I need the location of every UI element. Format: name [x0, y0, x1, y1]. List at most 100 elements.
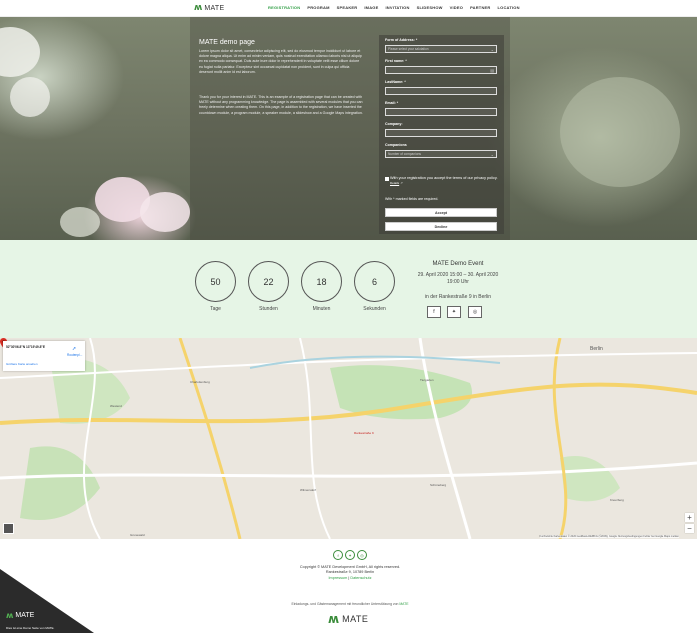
companions-select[interactable]: Number of companions ⌄: [385, 150, 497, 158]
badge-logo: ʍ MATE: [6, 611, 34, 620]
countdown-minutes: 18: [301, 261, 342, 302]
form-of-address-placeholder: Please select your salutation: [388, 47, 429, 51]
blossom-decoration: [140, 192, 190, 232]
accept-button[interactable]: Accept: [385, 208, 497, 217]
hero-section: MATE demo page Lorem ipsum dolor sit ame…: [0, 17, 697, 240]
privacy-details-link[interactable]: Details: [390, 181, 399, 185]
nav-link-speaker[interactable]: SPEAKER: [337, 5, 358, 11]
decline-button[interactable]: Decline: [385, 222, 497, 231]
countdown-hours: 22: [248, 261, 289, 302]
countdown-seconds-label: Sekunden: [363, 306, 386, 312]
form-of-address-select[interactable]: Please select your salutation ⌄: [385, 45, 497, 53]
facebook-icon[interactable]: f: [427, 306, 441, 318]
mate-logo-icon: ʍ: [6, 611, 14, 620]
footer-twitter-icon[interactable]: ✦: [345, 550, 355, 560]
countdown-minutes-label: Minuten: [312, 306, 331, 312]
required-fields-note: With * marked fields are required.: [385, 197, 439, 201]
footer-tagline: Einladungs- und Gästemanagement mit freu…: [240, 602, 460, 606]
privacy-consent-label: With your registration you accept the te…: [390, 176, 498, 180]
countdown-days: 50: [195, 261, 236, 302]
blossom-decoration: [0, 27, 40, 77]
map-label: Berlin: [590, 346, 603, 352]
map-label: Wilmersdorf: [300, 488, 317, 492]
privacy-link[interactable]: Datenschutz: [350, 576, 371, 580]
event-date: 29. April 2020 15:00 – 30. April 2020 19…: [405, 272, 511, 286]
tagline-brand-link[interactable]: MATE: [399, 602, 408, 606]
header-logo[interactable]: ʍ MATE: [194, 3, 224, 13]
blossom-decoration: [60, 207, 100, 237]
companions-placeholder: Number of companions: [388, 152, 421, 156]
map-layer-toggle[interactable]: [3, 523, 14, 534]
nav-link-video[interactable]: VIDEO: [450, 5, 463, 11]
mate-logo-icon: ʍ: [194, 3, 203, 13]
map-label: Westend: [110, 404, 122, 408]
copyright-block: Copyright © MATE Development GmbH, All r…: [260, 565, 440, 581]
footer-instagram-icon[interactable]: ◎: [357, 550, 367, 560]
badge-text: Dies ist eine Demo Seite von MATE.: [6, 626, 55, 630]
imprint-link[interactable]: Impressum: [329, 576, 348, 580]
countdown-seconds: 6: [354, 261, 395, 302]
chevron-down-icon: ⌄: [490, 152, 494, 157]
nav-link-program[interactable]: PROGRAM: [307, 5, 329, 11]
nav-link-partner[interactable]: PARTNER: [470, 5, 490, 11]
company-label: Company:: [385, 122, 403, 126]
nav-link-location[interactable]: LOCATION: [498, 5, 520, 11]
event-date-line1: 29. April 2020 15:00 – 30. April 2020: [417, 272, 499, 278]
nav-link-registration[interactable]: REGISTRATION: [268, 5, 300, 11]
email-label: Email: *: [385, 101, 399, 105]
route-planner-link[interactable]: Routenpl...: [67, 353, 82, 357]
countdown-days-label: Tage: [210, 306, 221, 312]
first-name-label: First name: *: [385, 59, 407, 63]
company-input[interactable]: [385, 129, 497, 137]
countdown-hours-label: Stunden: [259, 306, 278, 312]
companions-label: Companions: [385, 143, 407, 147]
map-label: Schöneberg: [430, 483, 447, 487]
zoom-in-button[interactable]: +: [685, 513, 694, 522]
map-canvas: [0, 338, 697, 539]
event-title: MATE Demo Event: [432, 261, 484, 267]
twitter-icon[interactable]: ✦: [447, 306, 461, 318]
hero-title: MATE demo page: [199, 39, 255, 46]
zoom-out-button[interactable]: −: [685, 524, 694, 533]
privacy-consent-checkbox[interactable]: [385, 177, 389, 181]
contact-card-icon: ▤: [490, 68, 494, 73]
last-name-input[interactable]: [385, 87, 497, 95]
page-footer: f ✦ ◎ Copyright © MATE Development GmbH,…: [0, 539, 697, 633]
map-label: Charlottenburg: [190, 380, 210, 384]
nav-links: REGISTRATION PROGRAM SPEAKER IMAGE INVIT…: [268, 5, 527, 11]
nav-link-slideshow[interactable]: SLIDESHOW: [417, 5, 443, 11]
countdown-section: 50 Tage 22 Stunden 18 Minuten 6 Sekunden…: [0, 240, 697, 338]
map-coordinates: 52°30'06.8"N 13°19'49.8"E: [6, 345, 45, 349]
hero-intro-text: Lorem ipsum dolor sit amet, consectetur …: [199, 49, 362, 74]
last-name-label: LastName: *: [385, 80, 406, 84]
hero-description-text: Thank you for your interest in MATE. Thi…: [199, 95, 363, 115]
larger-map-link[interactable]: Größere Karte ansehen: [6, 362, 38, 366]
footer-facebook-icon[interactable]: f: [333, 550, 343, 560]
map-attribution: Kurzbefehle Kartendaten © 2020 GeoBasis-…: [539, 535, 679, 538]
badge-logo-text: MATE: [15, 612, 35, 619]
map-pin-label: Rankestraße 9: [354, 431, 374, 435]
google-map[interactable]: Charlottenburg Tiergarten Westend Schöne…: [0, 338, 697, 539]
email-input[interactable]: [385, 108, 497, 116]
legal-links: Impressum | Datenschutz: [328, 575, 372, 580]
privacy-consent-text: With your registration you accept the te…: [390, 176, 498, 186]
map-label: Grunewald: [130, 533, 145, 537]
nav-link-image[interactable]: IMAGE: [364, 5, 378, 11]
first-name-input[interactable]: ▤: [385, 66, 497, 74]
footer-logo[interactable]: ʍ MATE: [328, 612, 368, 626]
chevron-down-icon: ⌄: [490, 47, 494, 52]
map-label: Kreuzberg: [610, 498, 624, 502]
footer-logo-text: MATE: [342, 614, 369, 624]
map-info-card: 52°30'06.8"N 13°19'49.8"E ➚ Routenpl... …: [3, 341, 85, 371]
instagram-icon[interactable]: ◎: [468, 306, 482, 318]
nav-link-invitation[interactable]: INVITATION: [386, 5, 410, 11]
form-of-address-label: Form of Address: *: [385, 38, 418, 42]
logo-text: MATE: [204, 4, 225, 12]
map-label: Tiergarten: [420, 378, 434, 382]
tagline-text: Einladungs- und Gästemanagement mit freu…: [291, 602, 399, 606]
event-date-line2: 19:00 Uhr: [447, 279, 469, 285]
event-location: in der Rankestraße 9 in Berlin: [424, 294, 492, 300]
registration-form: Form of Address: * Please select your sa…: [379, 35, 504, 234]
directions-icon[interactable]: ➚: [72, 346, 76, 352]
mate-logo-icon: ʍ: [328, 612, 340, 626]
